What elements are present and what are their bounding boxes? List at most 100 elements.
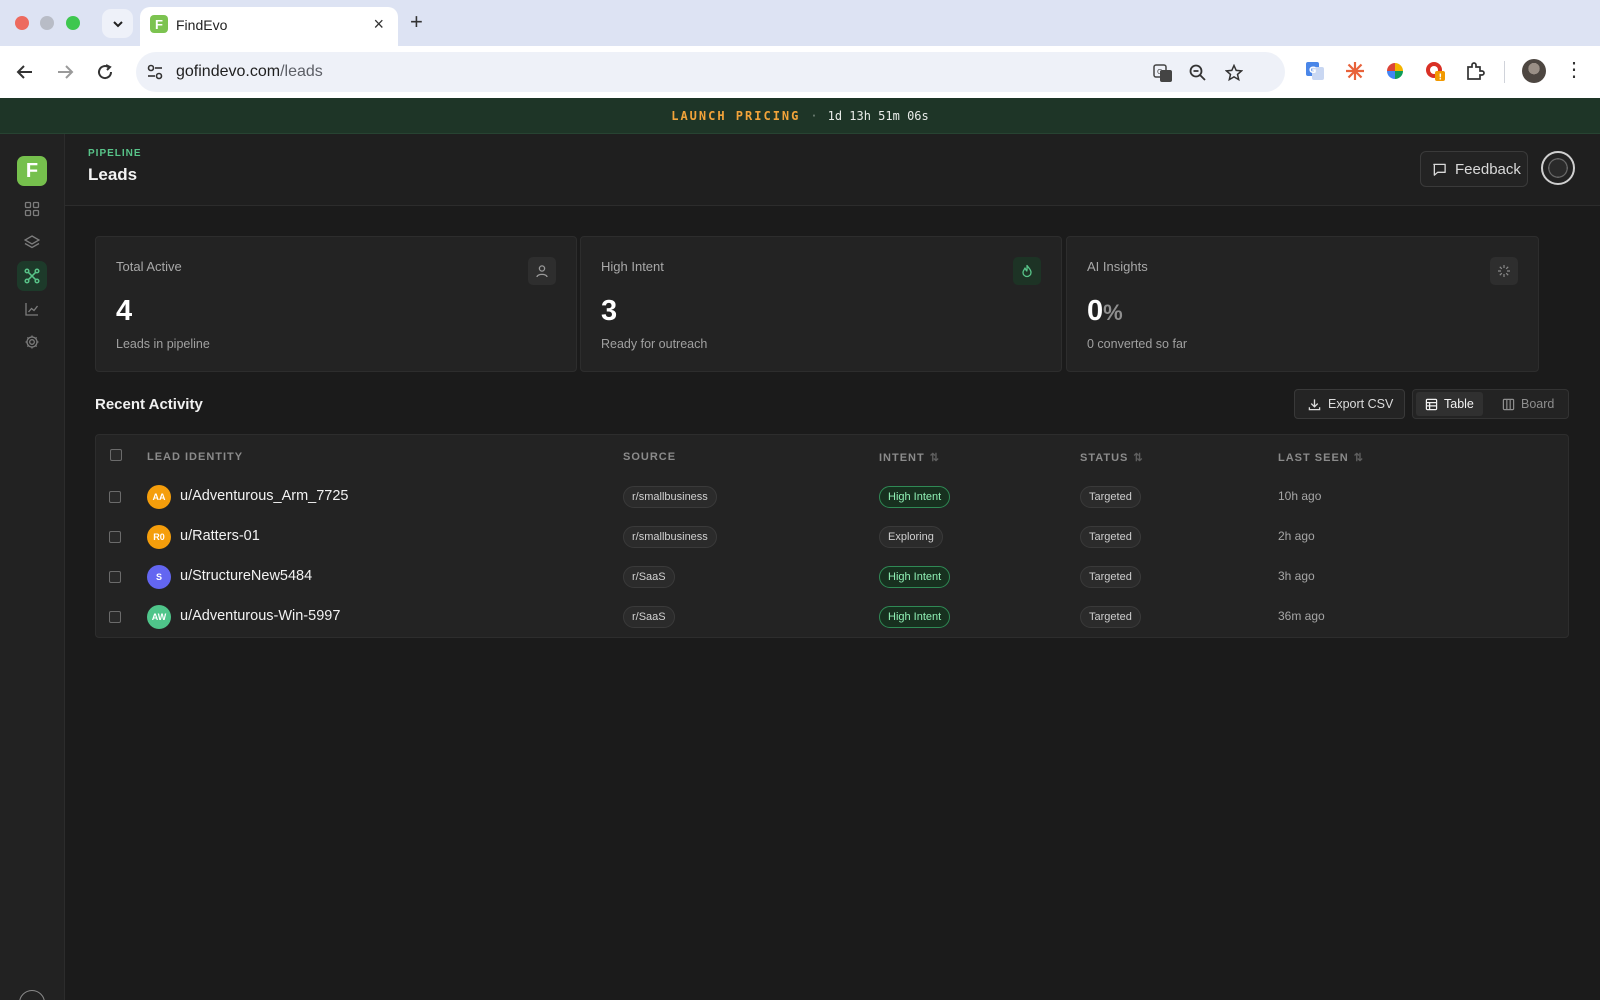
sidebar-account-icon[interactable] <box>19 990 45 1000</box>
page-header: PIPELINE Leads Feedback <box>65 134 1600 206</box>
browser-toolbar: gofindevo.com/leads G G ! ⋮ <box>0 46 1600 98</box>
board-columns-icon <box>1502 398 1515 410</box>
address-bar[interactable]: gofindevo.com/leads G <box>136 52 1285 92</box>
findevo-favicon-icon: F <box>150 15 168 33</box>
translate-icon[interactable]: G <box>1152 62 1174 84</box>
alert-extension-icon[interactable]: ! <box>1423 59 1447 83</box>
last-seen: 2h ago <box>1278 529 1315 543</box>
column-header-status[interactable]: STATUS ⇅ <box>1080 451 1143 465</box>
stat-value-number: 4 <box>116 295 133 327</box>
promo-separator: · <box>810 108 818 123</box>
avatar: R0 <box>147 525 171 549</box>
avatar: AA <box>147 485 171 509</box>
table-row[interactable]: S u/StructureNew5484 r/SaaS High Intent … <box>96 557 1570 597</box>
intent-badge: High Intent <box>879 566 951 588</box>
browser-tab[interactable]: F FindEvo × <box>140 7 398 46</box>
select-all-checkbox[interactable] <box>110 449 122 461</box>
column-header-last-seen[interactable]: LAST SEEN ⇅ <box>1278 451 1363 465</box>
promo-countdown: 1d 13h 51m 06s <box>827 108 929 123</box>
back-arrow-icon[interactable] <box>12 59 38 85</box>
row-checkbox[interactable] <box>109 571 121 583</box>
bookmark-star-icon[interactable] <box>1223 62 1245 84</box>
launch-pricing-banner: LAUNCH PRICING · 1d 13h 51m 06s <box>0 98 1600 134</box>
window-minimize-button[interactable] <box>40 16 54 30</box>
column-header-lead-identity[interactable]: LEAD IDENTITY <box>147 451 243 463</box>
lead-name[interactable]: u/Ratters-01 <box>180 528 260 544</box>
chart-icon <box>25 303 39 316</box>
lead-name[interactable]: u/Adventurous_Arm_7725 <box>180 488 348 504</box>
export-csv-label: Export CSV <box>1328 397 1394 411</box>
column-header-intent[interactable]: INTENT ⇅ <box>879 451 939 465</box>
svg-text:!: ! <box>1439 73 1443 82</box>
promo-label: LAUNCH PRICING <box>671 108 801 123</box>
stat-label: Total Active <box>116 259 182 274</box>
user-icon <box>528 257 556 285</box>
status-badge: Targeted <box>1080 526 1141 548</box>
sidebar-item-pipeline[interactable] <box>17 261 47 291</box>
zoom-icon[interactable] <box>1187 62 1209 84</box>
source-tag: r/smallbusiness <box>623 486 717 508</box>
extensions-puzzle-icon[interactable] <box>1463 59 1487 83</box>
feedback-button[interactable]: Feedback <box>1420 151 1528 187</box>
stat-subtext: 0 converted so far <box>1087 337 1188 351</box>
user-avatar[interactable] <box>1541 151 1575 185</box>
sort-icon: ⇅ <box>929 452 939 464</box>
table-row[interactable]: AA u/Adventurous_Arm_7725 r/smallbusines… <box>96 477 1570 517</box>
sparkle-icon <box>1490 257 1518 285</box>
view-board-button[interactable]: Board <box>1493 392 1563 416</box>
row-checkbox[interactable] <box>109 611 121 623</box>
stat-value-unit: % <box>1103 300 1123 325</box>
column-header-label: STATUS <box>1080 451 1129 464</box>
network-icon <box>24 268 40 284</box>
export-csv-button[interactable]: Export CSV <box>1294 389 1405 419</box>
gear-icon <box>25 335 39 349</box>
table-row[interactable]: R0 u/Ratters-01 r/smallbusiness Explorin… <box>96 517 1570 557</box>
site-settings-icon[interactable] <box>146 63 164 81</box>
last-seen: 3h ago <box>1278 569 1315 583</box>
sidebar-item-analytics[interactable] <box>17 294 47 324</box>
sidebar-item-settings[interactable] <box>17 327 47 357</box>
browser-menu-icon[interactable]: ⋮ <box>1564 59 1584 81</box>
toolbar-separator <box>1504 61 1505 83</box>
row-checkbox[interactable] <box>109 531 121 543</box>
column-header-label: LAST SEEN <box>1278 451 1349 464</box>
lead-name[interactable]: u/StructureNew5484 <box>180 568 312 584</box>
column-header-source[interactable]: SOURCE <box>623 451 676 463</box>
svg-text:G: G <box>1309 66 1316 76</box>
stat-label: High Intent <box>601 259 664 274</box>
row-checkbox[interactable] <box>109 491 121 503</box>
colorful-extension-icon[interactable] <box>1383 59 1407 83</box>
forward-arrow-icon[interactable] <box>52 59 78 85</box>
view-table-label: Table <box>1444 397 1474 411</box>
lead-name[interactable]: u/Adventurous-Win-5997 <box>180 608 340 624</box>
stat-value: 3 <box>601 295 617 328</box>
grid-icon <box>24 201 40 217</box>
browser-profile-avatar[interactable] <box>1522 59 1546 83</box>
google-translate-extension-icon[interactable]: G <box>1303 59 1327 83</box>
sparkle-extension-icon[interactable] <box>1343 59 1367 83</box>
new-tab-button[interactable]: + <box>410 11 423 33</box>
sidebar-item-dashboard[interactable] <box>17 194 47 224</box>
stat-card-high-intent: High Intent 3 Ready for outreach <box>580 236 1062 372</box>
tab-close-icon[interactable]: × <box>373 15 384 33</box>
sidebar-item-layers[interactable] <box>17 227 47 257</box>
tab-search-button[interactable] <box>102 9 133 38</box>
last-seen: 36m ago <box>1278 609 1325 623</box>
window-maximize-button[interactable] <box>66 16 80 30</box>
intent-badge: High Intent <box>879 606 951 628</box>
intent-badge: High Intent <box>879 486 951 508</box>
view-table-button[interactable]: Table <box>1416 392 1483 416</box>
view-board-label: Board <box>1521 397 1555 411</box>
table-row[interactable]: AW u/Adventurous-Win-5997 r/SaaS High In… <box>96 597 1570 637</box>
view-toggle: Table Board <box>1412 389 1569 419</box>
url-path: /leads <box>280 63 323 80</box>
reload-icon[interactable] <box>92 59 118 85</box>
sort-icon: ⇅ <box>1133 452 1143 464</box>
stat-card-ai-insights: AI Insights 0% 0 converted so far <box>1066 236 1539 372</box>
source-tag: r/SaaS <box>623 566 675 588</box>
url-host: gofindevo.com <box>176 63 281 80</box>
window-close-button[interactable] <box>15 16 29 30</box>
source-tag: r/SaaS <box>623 606 675 628</box>
findevo-logo[interactable]: F <box>17 156 47 186</box>
url-text: gofindevo.com/leads <box>176 63 323 81</box>
